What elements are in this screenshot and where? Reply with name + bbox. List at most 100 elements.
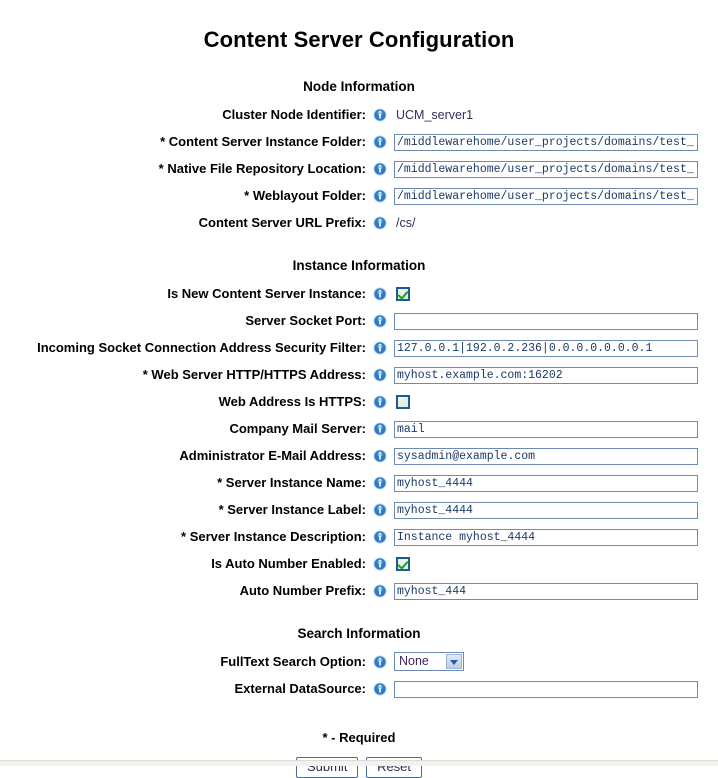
info-icon-cell-content-server-url-prefix[interactable] xyxy=(366,209,394,236)
configuration-page: Content Server Configuration Node Inform… xyxy=(0,0,718,778)
input-native-file-repository-location[interactable] xyxy=(394,160,698,178)
row-native-file-repository-location: * Native File Repository Location: xyxy=(0,155,718,182)
info-icon-cell-server-instance-description[interactable] xyxy=(366,523,394,550)
field-server-socket-port xyxy=(394,307,718,334)
input-weblayout-folder[interactable] xyxy=(394,187,698,205)
info-icon[interactable] xyxy=(373,189,387,203)
row-administrator-email-address: Administrator E-Mail Address: xyxy=(0,442,718,469)
info-icon[interactable] xyxy=(373,162,387,176)
input-company-mail-server[interactable] xyxy=(394,420,698,438)
info-icon-cell-web-address-is-https[interactable] xyxy=(366,388,394,415)
info-icon[interactable] xyxy=(373,368,387,382)
label-native-file-repository-location: * Native File Repository Location: xyxy=(158,161,366,176)
field-content-server-url-prefix: /cs/ xyxy=(394,209,718,236)
input-content-server-instance-folder[interactable] xyxy=(394,133,698,151)
label-incoming-socket-connection-address-security-filter: Incoming Socket Connection Address Secur… xyxy=(37,340,366,355)
label-server-instance-label: * Server Instance Label: xyxy=(218,502,366,517)
info-icon-cell-native-file-repository-location[interactable] xyxy=(366,155,394,182)
label-content-server-instance-folder: * Content Server Instance Folder: xyxy=(160,134,366,149)
row-content-server-instance-folder: * Content Server Instance Folder: xyxy=(0,128,718,155)
field-web-address-is-https xyxy=(394,388,718,415)
row-company-mail-server: Company Mail Server: xyxy=(0,415,718,442)
info-icon[interactable] xyxy=(373,682,387,696)
info-icon-cell-cluster-node-identifier[interactable] xyxy=(366,101,394,128)
field-weblayout-folder xyxy=(394,182,718,209)
label-auto-number-prefix: Auto Number Prefix: xyxy=(239,583,366,598)
info-icon-cell-server-socket-port[interactable] xyxy=(366,307,394,334)
info-icon[interactable] xyxy=(373,655,387,669)
input-external-datasource[interactable] xyxy=(394,680,698,698)
page-bottom-band xyxy=(0,760,718,766)
label-is-new-content-server-instance: Is New Content Server Instance: xyxy=(167,286,366,301)
chevron-down-icon[interactable] xyxy=(446,654,462,669)
info-icon-cell-auto-number-prefix[interactable] xyxy=(366,577,394,604)
input-server-instance-description[interactable] xyxy=(394,528,698,546)
field-server-instance-label xyxy=(394,496,718,523)
field-content-server-instance-folder xyxy=(394,128,718,155)
row-external-datasource: External DataSource: xyxy=(0,675,718,702)
field-is-auto-number-enabled xyxy=(394,550,718,577)
info-icon[interactable] xyxy=(373,216,387,230)
info-icon-cell-server-instance-name[interactable] xyxy=(366,469,394,496)
field-fulltext-search-option: None xyxy=(394,648,718,675)
info-icon-cell-company-mail-server[interactable] xyxy=(366,415,394,442)
checkbox-is-new-content-server-instance[interactable] xyxy=(396,287,410,302)
info-icon[interactable] xyxy=(373,314,387,328)
info-icon[interactable] xyxy=(373,503,387,517)
field-external-datasource xyxy=(394,675,718,702)
label-server-socket-port: Server Socket Port: xyxy=(245,313,366,328)
label-web-server-http-https-address: * Web Server HTTP/HTTPS Address: xyxy=(142,367,366,382)
field-administrator-email-address xyxy=(394,442,718,469)
info-icon-cell-fulltext-search-option[interactable] xyxy=(366,648,394,675)
input-auto-number-prefix[interactable] xyxy=(394,582,698,600)
info-icon[interactable] xyxy=(373,557,387,571)
info-icon[interactable] xyxy=(373,449,387,463)
info-icon-cell-is-new-content-server-instance[interactable] xyxy=(366,280,394,307)
info-icon[interactable] xyxy=(373,584,387,598)
row-fulltext-search-option: FullText Search Option: None xyxy=(0,648,718,675)
input-incoming-socket-connection-address-security-filter[interactable] xyxy=(394,339,698,357)
checkbox-is-auto-number-enabled[interactable] xyxy=(396,557,410,572)
field-native-file-repository-location xyxy=(394,155,718,182)
info-icon[interactable] xyxy=(373,395,387,409)
row-is-new-content-server-instance: Is New Content Server Instance: xyxy=(0,280,718,307)
info-icon[interactable] xyxy=(373,341,387,355)
info-icon-cell-server-instance-label[interactable] xyxy=(366,496,394,523)
info-icon-cell-administrator-email-address[interactable] xyxy=(366,442,394,469)
info-icon-cell-content-server-instance-folder[interactable] xyxy=(366,128,394,155)
info-icon[interactable] xyxy=(373,108,387,122)
page-title: Content Server Configuration xyxy=(203,27,515,52)
field-company-mail-server xyxy=(394,415,718,442)
info-icon-cell-web-server-http-https-address[interactable] xyxy=(366,361,394,388)
field-auto-number-prefix xyxy=(394,577,718,604)
checkbox-web-address-is-https[interactable] xyxy=(396,395,410,410)
input-server-instance-name[interactable] xyxy=(394,474,698,492)
instance-information-table: Is New Content Server Instance: Server S… xyxy=(0,280,718,604)
field-web-server-http-https-address xyxy=(394,361,718,388)
info-icon[interactable] xyxy=(373,422,387,436)
input-server-instance-label[interactable] xyxy=(394,501,698,519)
node-information-table: Cluster Node Identifier: UCM_server1 * C… xyxy=(0,101,718,236)
value-content-server-url-prefix: /cs/ xyxy=(396,216,416,230)
select-fulltext-search-option[interactable]: None xyxy=(394,652,464,671)
row-server-socket-port: Server Socket Port: xyxy=(0,307,718,334)
select-value-fulltext-search-option: None xyxy=(399,654,429,668)
info-icon[interactable] xyxy=(373,287,387,301)
info-icon-cell-incoming-socket-connection-address-security-filter[interactable] xyxy=(366,334,394,361)
field-server-instance-description xyxy=(394,523,718,550)
label-web-address-is-https: Web Address Is HTTPS: xyxy=(218,394,366,409)
label-content-server-url-prefix: Content Server URL Prefix: xyxy=(198,215,366,230)
info-icon-cell-is-auto-number-enabled[interactable] xyxy=(366,550,394,577)
info-icon[interactable] xyxy=(373,476,387,490)
input-web-server-http-https-address[interactable] xyxy=(394,366,698,384)
info-icon[interactable] xyxy=(373,135,387,149)
info-icon[interactable] xyxy=(373,530,387,544)
info-icon-cell-weblayout-folder[interactable] xyxy=(366,182,394,209)
row-web-address-is-https: Web Address Is HTTPS: xyxy=(0,388,718,415)
info-icon-cell-external-datasource[interactable] xyxy=(366,675,394,702)
input-server-socket-port[interactable] xyxy=(394,312,698,330)
label-external-datasource: External DataSource: xyxy=(234,681,367,696)
input-administrator-email-address[interactable] xyxy=(394,447,698,465)
row-content-server-url-prefix: Content Server URL Prefix: /cs/ xyxy=(0,209,718,236)
search-information-table: FullText Search Option: None External Da… xyxy=(0,648,718,702)
